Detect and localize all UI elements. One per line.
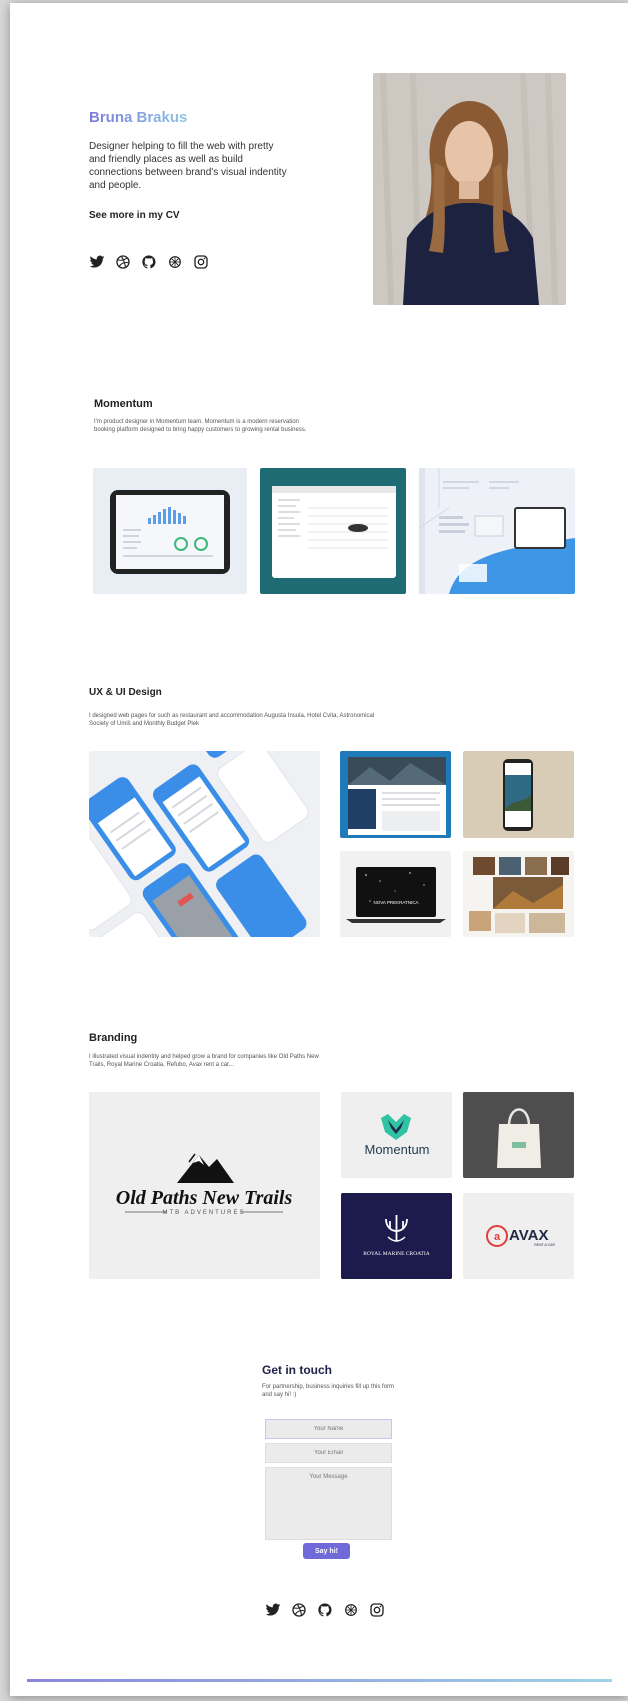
hero-name: Bruna Brakus (89, 109, 188, 126)
svg-text:a: a (494, 1231, 501, 1243)
behance-icon[interactable] (167, 254, 183, 270)
momentum-logo-tile[interactable]: Momentum (341, 1092, 452, 1178)
profile-photo (373, 73, 566, 305)
dribbble-icon[interactable] (115, 254, 131, 270)
old-paths-logo-subtitle: MTB ADVENTURES (162, 1210, 245, 1216)
email-field[interactable] (265, 1443, 392, 1463)
astronomy-laptop-mockup[interactable]: NOVA PREKRATNICA (340, 851, 451, 937)
footer-gradient-line (27, 1679, 612, 1682)
message-field[interactable] (265, 1467, 392, 1540)
instagram-icon[interactable] (193, 254, 209, 270)
branding-title: Branding (89, 1032, 138, 1044)
restaurant-site-mockup[interactable] (463, 851, 574, 937)
tote-bag-tile[interactable] (463, 1092, 574, 1178)
name-field[interactable] (265, 1419, 392, 1439)
momentum-description: I'm product designer in Momentum team. M… (94, 419, 307, 433)
momentum-title: Momentum (94, 398, 153, 410)
royal-marine-logo-tile[interactable]: ROYAL MARINE CROATIA (341, 1193, 452, 1279)
mobile-site-mockup[interactable] (463, 751, 574, 838)
twitter-icon[interactable] (89, 254, 105, 270)
nova-label: NOVA PREKRATNICA (373, 900, 418, 905)
dribbble-icon[interactable] (291, 1602, 307, 1618)
royal-marine-logo-text: ROYAL MARINE CROATIA (363, 1251, 429, 1257)
contact-description: For partnership, business inquiries fill… (262, 1384, 395, 1398)
footer-social-links (265, 1602, 385, 1618)
cv-link[interactable]: See more in my CV (89, 210, 180, 221)
budget-app-mockups[interactable] (89, 751, 320, 937)
hotel-website-mockup[interactable] (340, 751, 451, 838)
github-icon[interactable] (141, 254, 157, 270)
hero-description: Designer helping to fill the web with pr… (89, 141, 287, 191)
instagram-icon[interactable] (369, 1602, 385, 1618)
behance-icon[interactable] (343, 1602, 359, 1618)
uxui-title: UX & UI Design (89, 687, 162, 698)
old-paths-logo-text: Old Paths New Trails (116, 1187, 293, 1209)
github-icon[interactable] (317, 1602, 333, 1618)
say-hi-button[interactable]: Say hi! (303, 1543, 350, 1559)
avax-logo-text: AVAX (509, 1227, 548, 1244)
avax-logo-subtitle: RENT A CAR (534, 1243, 555, 1247)
page: Bruna Brakus Designer helping to fill th… (10, 3, 628, 1696)
uxui-description: I designed web pages for such as restaur… (89, 713, 375, 727)
hero-social-links (89, 254, 209, 270)
momentum-logo-text: Momentum (364, 1142, 429, 1157)
avax-logo-tile[interactable]: a AVAX RENT A CAR (463, 1193, 574, 1279)
momentum-tablet-mockup[interactable] (93, 468, 247, 594)
branding-description: I illustrated visual indentity and helpe… (89, 1054, 319, 1068)
momentum-laptop-mockup[interactable] (260, 468, 406, 594)
contact-title: Get in touch (262, 1363, 332, 1377)
twitter-icon[interactable] (265, 1602, 281, 1618)
momentum-web-mockup[interactable] (419, 468, 575, 594)
old-paths-logo-tile[interactable]: Old Paths New Trails MTB ADVENTURES (89, 1092, 320, 1279)
